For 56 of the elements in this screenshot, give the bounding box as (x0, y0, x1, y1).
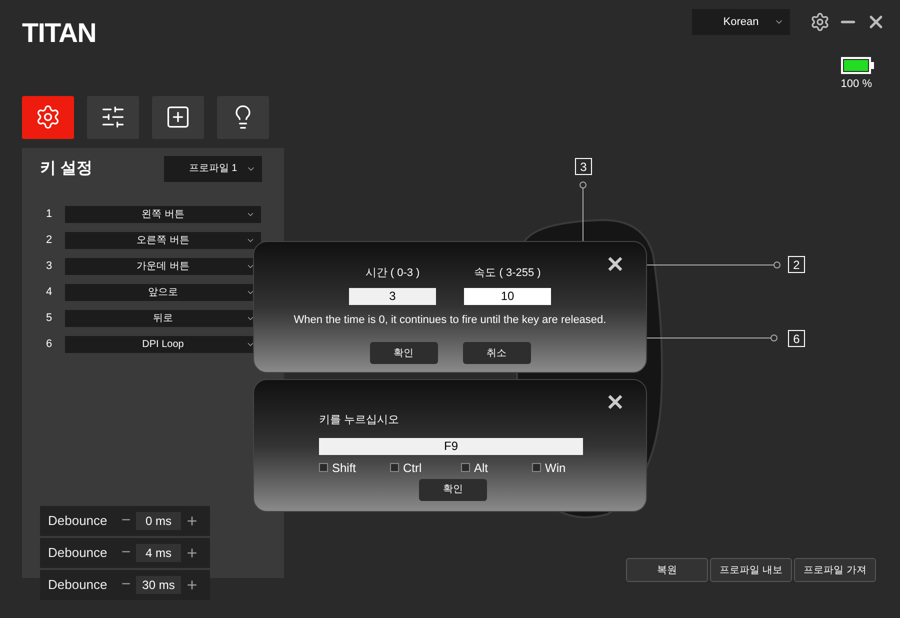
debounce-value: 30 ms (136, 576, 181, 594)
language-select[interactable]: Korean (692, 9, 790, 35)
button-select[interactable]: 왼쪽 버튼 (65, 206, 261, 222)
button-number: 6 (46, 336, 53, 352)
dialog-button[interactable]: 취소 (462, 342, 530, 364)
time-label: 시간 ( 0-3 ) (365, 266, 420, 281)
debounce-label: Debounce (48, 544, 108, 562)
button-number: 5 (46, 310, 53, 326)
callout-label: 3 (575, 158, 592, 175)
time-field[interactable]: 3 (349, 288, 436, 304)
key-prompt: 키를 누르십시오 (319, 413, 400, 428)
settings-icon[interactable] (810, 12, 830, 32)
modifier-checkbox[interactable]: Ctrl (390, 458, 461, 476)
button-select[interactable]: 오른쪽 버튼 (65, 232, 261, 248)
debounce-label: Debounce (48, 576, 108, 594)
gear-icon (35, 104, 61, 130)
sliders-icon (100, 104, 126, 130)
increase-button[interactable]: + (185, 576, 199, 594)
logo: TITAN (22, 20, 96, 47)
increase-button[interactable]: + (185, 544, 199, 562)
battery-icon (841, 57, 872, 74)
footer-button[interactable]: 프로파일 내보 (710, 558, 792, 582)
tab[interactable] (217, 96, 269, 138)
plus-square-icon (165, 104, 191, 130)
decrease-button[interactable]: − (120, 541, 132, 565)
panel-title: 키 설정 (40, 158, 92, 178)
dialog-button[interactable]: 확인 (370, 342, 438, 364)
tab[interactable] (152, 96, 204, 138)
speed-field[interactable]: 10 (464, 288, 551, 304)
button-number: 4 (46, 284, 53, 300)
profile-select[interactable]: 프로파일 1 (164, 156, 262, 182)
debounce-value: 0 ms (136, 512, 181, 530)
button-number: 1 (46, 206, 53, 222)
modifier-checkbox[interactable]: Shift (319, 458, 390, 476)
decrease-button[interactable]: − (120, 509, 132, 533)
increase-button[interactable]: + (185, 512, 199, 530)
leader-line (579, 181, 587, 241)
close-button[interactable]: ✕ (606, 248, 624, 281)
button-number: 3 (46, 258, 53, 274)
debounce-label: Debounce (48, 512, 108, 530)
key-field[interactable]: F9 (319, 438, 583, 454)
modifier-checkbox[interactable]: Alt (461, 458, 532, 476)
footer-button[interactable]: 복원 (626, 558, 708, 582)
speed-label: 속도 ( 3-255 ) (474, 266, 541, 281)
confirm-button[interactable]: 확인 (419, 478, 487, 500)
footer-button[interactable]: 프로파일 가져 (794, 558, 876, 582)
modifier-checkbox[interactable]: Win (532, 458, 603, 476)
battery-reading: 100 % (840, 77, 872, 92)
decrease-button[interactable]: − (120, 573, 132, 597)
debounce-value: 4 ms (136, 544, 181, 562)
button-number: 2 (46, 232, 53, 248)
callout-label: 6 (788, 330, 805, 347)
close-button[interactable]: ✕ (606, 386, 624, 419)
fire-note: When the time is 0, it continues to fire until the key are released. (294, 312, 606, 328)
callout-label: 2 (788, 256, 805, 273)
tab[interactable] (87, 96, 139, 138)
